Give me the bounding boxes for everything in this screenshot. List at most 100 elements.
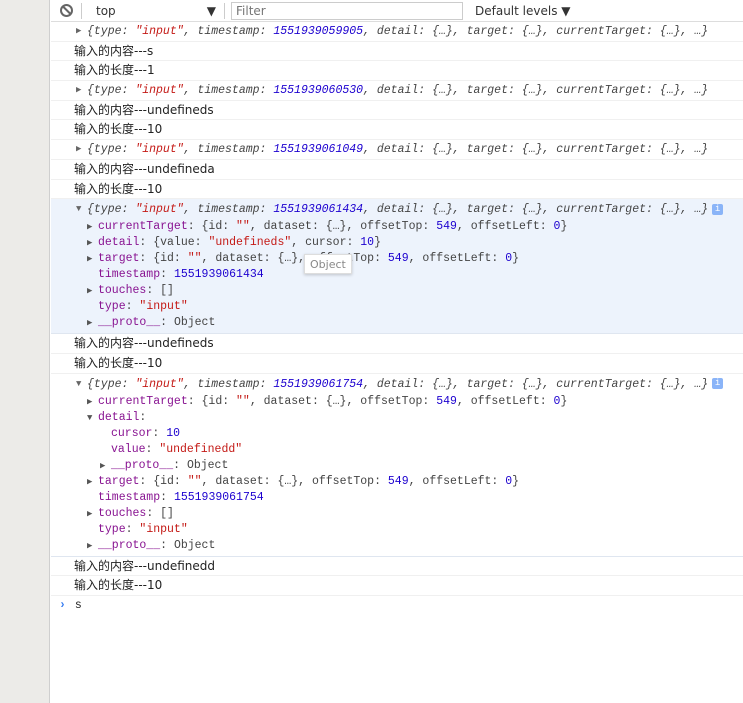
log-message: 输入的长度---10 — [51, 180, 743, 200]
summary-text: , timestamp: — [183, 143, 274, 157]
string-value: "input" — [135, 377, 184, 391]
tooltip: Object — [304, 254, 352, 274]
object-property[interactable]: ▶ currentTarget: {id: "", dataset: {…}, o… — [51, 394, 743, 410]
expand-triangle-icon[interactable]: ▶ — [87, 235, 92, 251]
expand-triangle-icon[interactable]: ▶ — [87, 219, 92, 235]
object-summary: {type: "input", timestamp: 1551939061049… — [75, 143, 708, 156]
number-value: 1551939061434 — [173, 268, 264, 282]
log-message: 输入的长度---1 — [51, 61, 743, 82]
collapse-triangle-icon[interactable]: ▼ — [87, 410, 92, 426]
value: [] — [160, 284, 174, 298]
left-pane — [0, 0, 50, 703]
expanded-object-1[interactable]: ▼ {type: "input", timestamp: 155193906143… — [51, 199, 743, 335]
object-property[interactable]: ▶ __proto__: Object — [51, 458, 743, 474]
console-prompt[interactable]: › s — [51, 596, 743, 616]
object-summary: {type: "input", timestamp: 1551939061754… — [87, 378, 708, 391]
object-property: cursor: 10 — [111, 426, 181, 440]
property-key: type — [98, 522, 126, 536]
string-value: "" — [236, 394, 250, 408]
log-object[interactable]: ▶ {type: "input", timestamp: 155193906053… — [51, 81, 743, 101]
context-select[interactable]: top ▼ — [82, 4, 224, 18]
object-property[interactable]: ▶ currentTarget: {id: "", dataset: {…}, o… — [51, 219, 743, 235]
log-message: 输入的内容---undefineda — [51, 160, 743, 180]
number-value: 549 — [436, 394, 457, 408]
string-value: "" — [187, 252, 202, 266]
string-value: "undefineds" — [208, 236, 292, 250]
object-property[interactable]: ▶ detail: {value: "undefineds", cursor: 1… — [51, 235, 743, 251]
timestamp-value: 1551939061754 — [273, 377, 364, 391]
filter-input[interactable] — [231, 1, 463, 20]
number-value: 10 — [166, 426, 181, 440]
timestamp-value: 1551939060530 — [273, 84, 364, 98]
object-property: type: "input" — [98, 522, 188, 536]
log-message: 输入的内容---undefineds — [51, 101, 743, 121]
console-messages: ▶ {type: "input", timestamp: 155193905990… — [51, 22, 743, 200]
expand-triangle-icon[interactable]: ▶ — [87, 474, 92, 490]
string-value: "input" — [135, 25, 184, 38]
expand-triangle-icon[interactable]: ▶ — [87, 394, 92, 410]
summary-text: , detail: {…}, target: {…}, currentTarge… — [363, 377, 709, 391]
property-key: __proto__ — [98, 538, 161, 552]
property-key: target — [98, 474, 140, 488]
expand-triangle-icon[interactable]: ▶ — [76, 22, 81, 41]
object-property[interactable]: ▶ target: {id: "", dataset: {…}, offsetTo… — [51, 474, 743, 490]
object-summary: {type: "input", timestamp: 1551939059905… — [75, 25, 708, 38]
collapse-triangle-icon[interactable]: ▼ — [76, 375, 81, 394]
property-key: touches — [98, 284, 147, 298]
log-message: 输入的内容---s — [51, 42, 743, 62]
levels-label: Default levels — [475, 3, 558, 18]
property-key: cursor — [111, 426, 153, 440]
expand-triangle-icon[interactable]: ▶ — [87, 251, 92, 267]
expand-triangle-icon[interactable]: ▶ — [76, 140, 81, 159]
property-key: currentTarget — [98, 220, 188, 234]
clear-console-button[interactable] — [51, 0, 81, 22]
timestamp-value: 1551939061434 — [273, 203, 364, 217]
object-property[interactable]: ▶ target: {id: "", dataset: {…}, offsetTo… — [51, 251, 743, 267]
prompt-input[interactable]: s — [75, 599, 82, 612]
property-key: currentTarget — [98, 394, 188, 408]
expand-triangle-icon[interactable]: ▶ — [87, 538, 92, 554]
object-property[interactable]: ▶ touches: [] — [51, 506, 743, 522]
number-value: 1551939061754 — [173, 490, 264, 504]
collapse-triangle-icon[interactable]: ▼ — [76, 200, 81, 219]
log-object[interactable]: ▶ {type: "input", timestamp: 155193905990… — [51, 22, 743, 42]
value: [] — [160, 506, 174, 520]
number-value: 549 — [387, 252, 409, 266]
object-header[interactable]: ▼ {type: "input", timestamp: 155193906143… — [51, 200, 743, 219]
summary-text: , timestamp: — [183, 84, 274, 98]
property-key: timestamp — [98, 490, 161, 504]
property-key: value — [111, 442, 146, 456]
expanded-object-2[interactable]: ▼ {type: "input", timestamp: 155193906175… — [51, 373, 743, 557]
summary-text: {type: — [87, 143, 136, 157]
object-property: value: "undefinedd" — [111, 442, 243, 456]
property-key: timestamp — [98, 268, 161, 282]
property-key: target — [98, 252, 140, 266]
string-value: "input" — [139, 300, 188, 314]
object-property[interactable]: ▶ __proto__: Object — [51, 538, 743, 554]
object-property[interactable]: ▶ __proto__: Object — [51, 315, 743, 331]
console-panel: top▼ Default levels ▼ ▶{type: "input", t… — [51, 0, 743, 703]
info-icon[interactable]: i — [712, 203, 724, 215]
log-message: 输入的长度---10 — [51, 354, 743, 374]
log-levels-select[interactable]: Default levels ▼ — [475, 4, 571, 18]
expand-triangle-icon[interactable]: ▶ — [76, 81, 81, 100]
string-value: "input" — [135, 143, 184, 157]
timestamp-value: 1551939061049 — [273, 143, 364, 157]
number-value: 10 — [360, 236, 375, 250]
object-header[interactable]: ▼ {type: "input", timestamp: 155193906175… — [51, 375, 743, 394]
expand-triangle-icon[interactable]: ▶ — [87, 506, 92, 522]
expand-triangle-icon[interactable]: ▶ — [100, 458, 105, 474]
expand-triangle-icon[interactable]: ▶ — [87, 283, 92, 299]
property-key: detail — [98, 410, 140, 424]
log-object[interactable]: ▶ {type: "input", timestamp: 155193906104… — [51, 140, 743, 160]
property-key: touches — [98, 506, 147, 520]
summary-text: {type: — [87, 377, 136, 391]
info-icon[interactable]: i — [712, 378, 724, 390]
object-property[interactable]: ▼ detail: — [51, 410, 743, 426]
object-property[interactable]: ▶ touches: [] — [51, 283, 743, 299]
summary-text: , detail: {…}, target: {…}, currentTarge… — [363, 84, 709, 98]
object-summary: {type: "input", timestamp: 1551939061434… — [87, 203, 708, 216]
expand-triangle-icon[interactable]: ▶ — [87, 315, 92, 331]
object-property: timestamp: 1551939061754 — [98, 490, 264, 504]
block-icon — [59, 4, 73, 17]
